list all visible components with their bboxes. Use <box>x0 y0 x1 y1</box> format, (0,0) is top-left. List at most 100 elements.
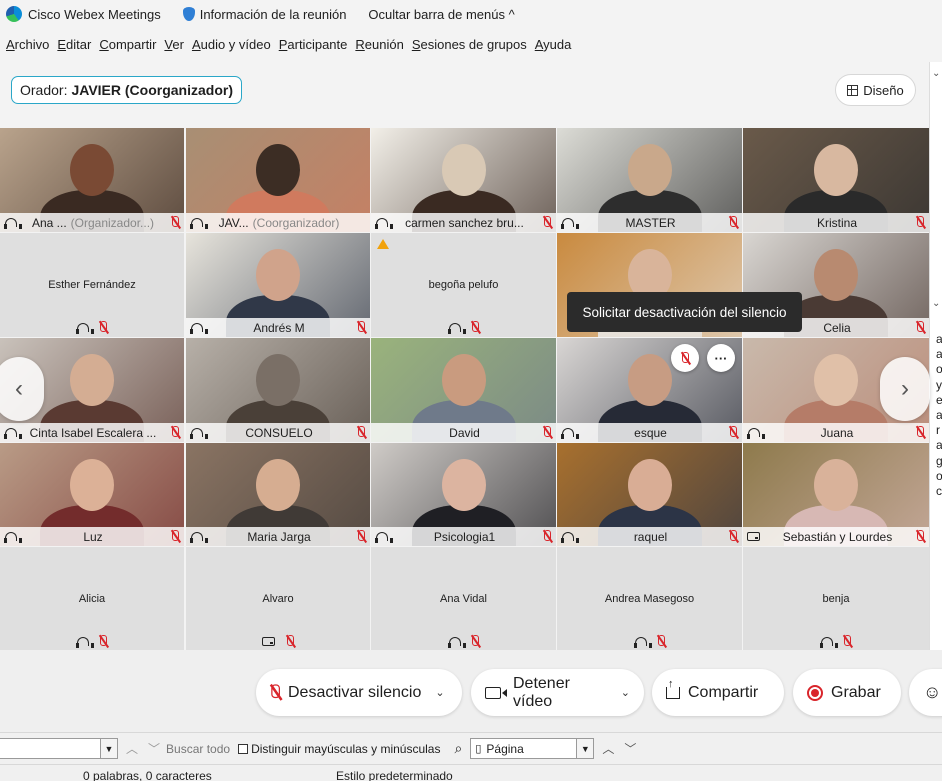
status-bar: 0 palabras, 0 caracteres Estilo predeter… <box>0 764 942 781</box>
mic-off-icon <box>356 530 366 543</box>
next-page-button[interactable]: › <box>880 357 930 421</box>
meeting-info-button[interactable]: Información de la reunión <box>182 7 346 22</box>
menu-item-0[interactable]: Archivo <box>6 37 49 52</box>
stop-video-button[interactable]: Detener vídeo ⌄ <box>471 669 644 716</box>
menu-item-1[interactable]: Editar <box>57 37 91 52</box>
participant-tile[interactable]: carmen sanchez bru... <box>371 128 556 232</box>
collapse-chevron-icon[interactable]: ⌄ <box>932 68 940 79</box>
device-icon <box>747 532 760 541</box>
right-side-panel[interactable]: ⌄ ⌄ aaoyearagoc <box>929 62 942 662</box>
mic-off-icon <box>170 426 180 439</box>
participant-tile[interactable]: Psicologia1 <box>371 443 556 546</box>
hide-menu-button[interactable]: Ocultar barra de menús ^ <box>368 7 514 22</box>
webex-meeting-window: { "titlebar": { "app_name": "Cisco Webex… <box>0 0 942 781</box>
participant-tile[interactable]: Sebastián y Lourdes <box>743 443 929 546</box>
participant-tile[interactable]: Esther Fernández <box>0 233 184 337</box>
menu-item-8[interactable]: Ayuda <box>535 37 572 52</box>
stop-video-label: Detener vídeo <box>513 674 570 710</box>
record-button[interactable]: Grabar <box>793 669 901 716</box>
participant-name-tag: Luz <box>0 527 184 546</box>
menu-item-3[interactable]: Ver <box>164 37 184 52</box>
participant-name: Luz <box>83 529 103 544</box>
find-replace-icon[interactable]: ⌕ <box>454 740 462 757</box>
participant-tile[interactable]: Andrea Masegoso <box>557 547 742 650</box>
participant-tile[interactable]: CONSUELO <box>186 338 370 442</box>
participant-name-tag: JAV... (Coorganizador) <box>186 213 370 232</box>
previous-page-button[interactable]: ‹ <box>0 357 44 421</box>
headset-icon <box>190 217 208 229</box>
participant-tile[interactable]: Ana ... (Organizador...) <box>0 128 184 232</box>
tile-more-button[interactable]: ··· <box>707 344 735 372</box>
person-face <box>256 249 300 301</box>
unmute-button[interactable]: Desactivar silencio ⌄ <box>256 669 462 716</box>
participant-tile[interactable]: Alvaro <box>186 547 370 650</box>
participant-tile[interactable]: raquel <box>557 443 742 546</box>
participant-role: (Coorganizador) <box>252 215 340 230</box>
layout-button[interactable]: Diseño <box>835 74 916 106</box>
dropdown-arrow-icon[interactable]: ▼ <box>576 739 594 758</box>
grid-layout-icon <box>847 84 859 96</box>
page-select[interactable]: ▯ Página ▼ <box>470 738 595 759</box>
participant-tile[interactable]: MASTER <box>557 128 742 232</box>
menu-item-5[interactable]: Participante <box>279 37 348 52</box>
chat-text-fragment: a <box>936 408 942 423</box>
menu-item-4[interactable]: Audio y vídeo <box>192 37 271 52</box>
menu-item-7[interactable]: Sesiones de grupos <box>412 37 527 52</box>
participant-tile[interactable]: begoña pelufo <box>371 233 556 337</box>
chat-text-fragment: e <box>936 393 942 408</box>
participant-name-tag: CONSUELO <box>186 423 370 442</box>
participant-name: Juana <box>820 425 854 440</box>
person-face <box>70 354 114 406</box>
participant-name: MASTER <box>625 215 676 230</box>
headset-icon <box>447 636 466 648</box>
chat-text-fragment: o <box>936 469 942 484</box>
participant-name-tag: Psicologia1 <box>371 527 556 546</box>
search-input[interactable]: ▼ <box>0 738 118 759</box>
participant-tile[interactable]: Luz <box>0 443 184 546</box>
match-case-checkbox[interactable]: Distinguir mayúsculas y minúsculas <box>238 742 440 756</box>
menu-item-2[interactable]: Compartir <box>99 37 156 52</box>
reactions-button[interactable]: ☺ <box>909 669 942 716</box>
participant-tile[interactable]: Maria Jarga <box>186 443 370 546</box>
find-next-icon[interactable]: ﹀ <box>148 740 160 757</box>
participant-tile[interactable]: Alicia <box>0 547 184 650</box>
participant-name-tag: David <box>371 423 556 442</box>
headset-icon <box>561 427 579 439</box>
participant-name: CONSUELO <box>245 425 313 440</box>
chevron-left-icon: ‹ <box>15 375 23 402</box>
menu-bar: Archivo Editar Compartir Ver Audio y vídeo Pa… <box>0 32 573 56</box>
chat-text-fragment: o <box>936 362 942 377</box>
participant-tile[interactable]: Ana Vidal <box>371 547 556 650</box>
participant-tile[interactable]: benja <box>743 547 929 650</box>
headset-icon <box>633 636 652 648</box>
page-previous-icon[interactable]: ︿ <box>602 740 614 757</box>
find-previous-icon[interactable]: ︿ <box>126 740 138 757</box>
participant-tile[interactable]: Andrés M <box>186 233 370 337</box>
headset-icon <box>190 531 208 543</box>
person-face <box>627 144 672 196</box>
mic-off-icon <box>680 351 690 365</box>
participant-name: Alicia <box>78 593 106 605</box>
participant-name: Andrés M <box>253 320 305 335</box>
participant-tile[interactable]: David <box>371 338 556 442</box>
dropdown-arrow-icon[interactable]: ▼ <box>100 739 117 758</box>
tile-mute-button[interactable] <box>671 344 699 372</box>
collapse-chevron-icon[interactable]: ⌄ <box>932 298 940 309</box>
chat-text-fragment: r <box>936 423 940 438</box>
mic-off-icon <box>98 321 108 334</box>
participant-tile[interactable]: JAV... (Coorganizador) <box>186 128 370 232</box>
chevron-down-icon[interactable]: ⌄ <box>621 686 630 699</box>
headset-icon <box>561 531 579 543</box>
participant-tile[interactable]: Kristina <box>743 128 929 232</box>
person-face <box>256 459 300 511</box>
participant-name: David <box>449 425 480 440</box>
device-icon <box>261 637 275 646</box>
person-face <box>627 459 672 511</box>
find-all-button[interactable]: Buscar todo <box>166 742 230 756</box>
page-next-icon[interactable]: ﹀ <box>624 740 636 757</box>
meeting-controls: Desactivar silencio ⌄ Detener vídeo ⌄ Co… <box>0 650 942 732</box>
person-face <box>814 354 858 406</box>
share-button[interactable]: Compartir <box>652 669 784 716</box>
chevron-down-icon[interactable]: ⌄ <box>435 686 444 699</box>
menu-item-6[interactable]: Reunión <box>355 37 403 52</box>
